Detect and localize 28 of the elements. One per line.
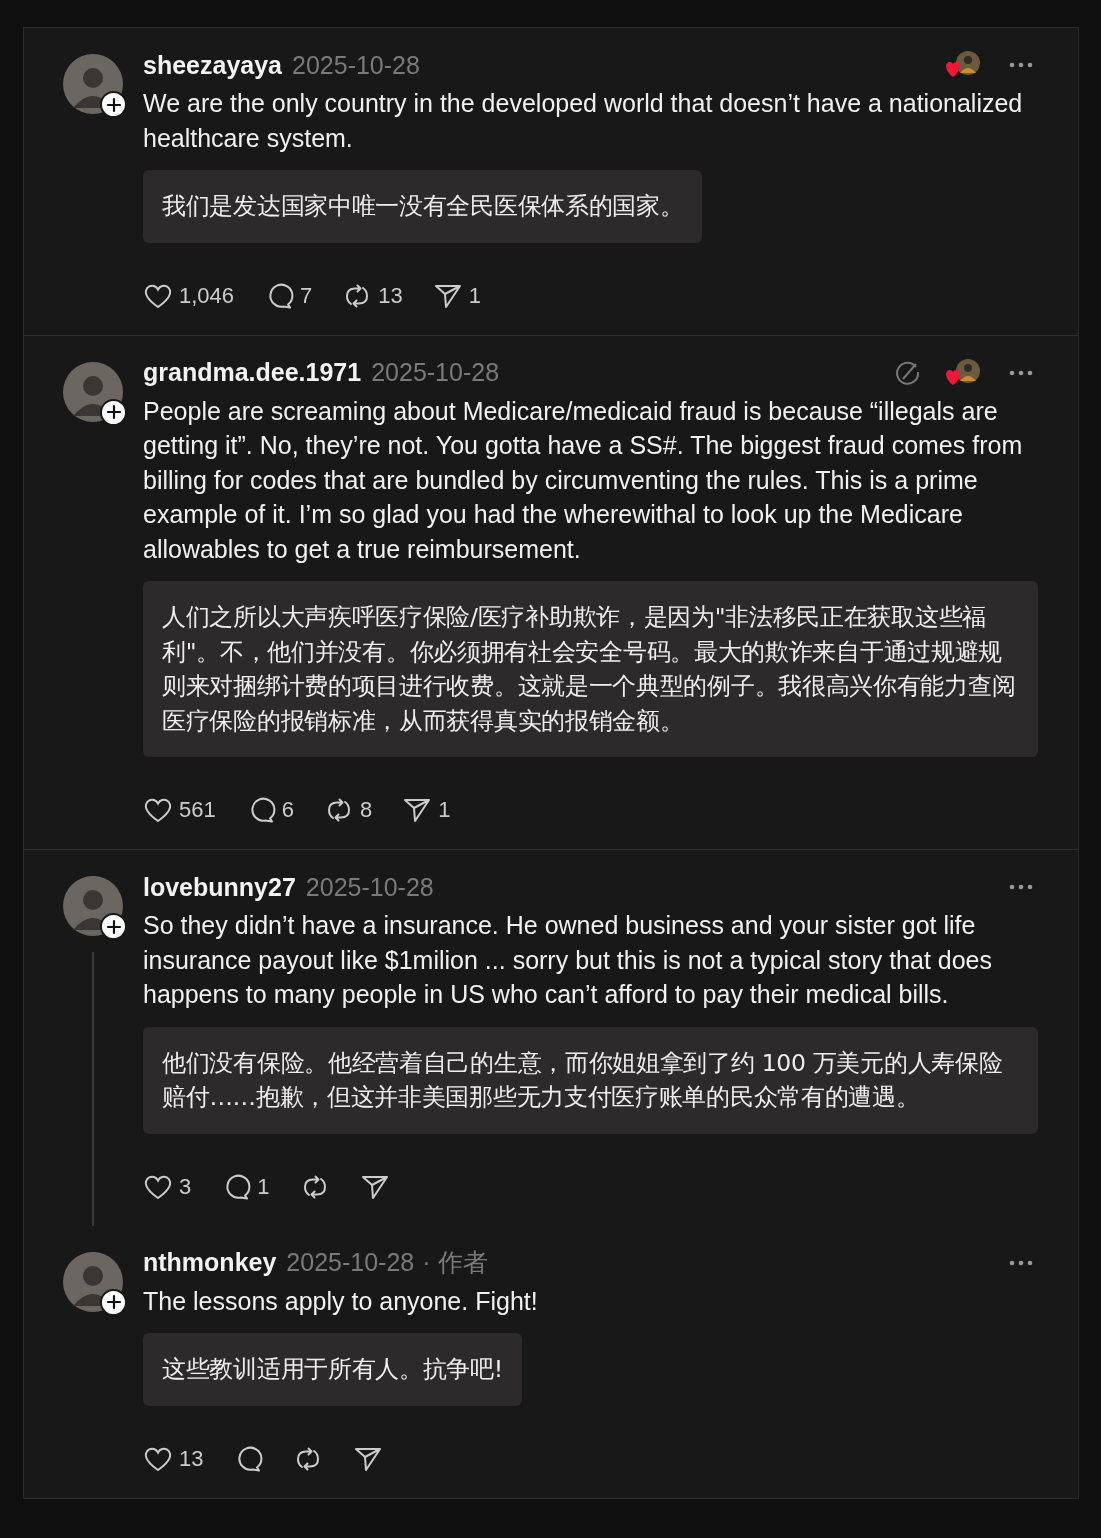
share-button[interactable]: 1 [402, 795, 451, 825]
username[interactable]: nthmonkey [143, 1248, 277, 1277]
translation-box: 这些教训适用于所有人。抗争吧! [143, 1333, 522, 1406]
like-button[interactable]: 3 [143, 1171, 192, 1202]
reply-button[interactable]: 1 [221, 1171, 270, 1202]
like-button[interactable]: 13 [143, 1443, 204, 1474]
translation-box: 人们之所以大声疾呼医疗保险/医疗补助欺诈，是因为"非法移民正在获取这些福利"。不，他们并没有。你必须拥有社会安全号码。最大的欺诈来自于通过规避规则来对捆绑计费的项目进行收费。这就是一个典型的例子。我很高兴你有能力查阅医疗保险的报销标准，从而获得真实的报销金额。 [143, 581, 1038, 757]
like-button[interactable]: 561 [143, 795, 216, 825]
share-button[interactable]: 1 [432, 280, 482, 311]
reply-button[interactable]: 7 [264, 280, 313, 311]
post-text: So they didn’t have a insurance. He owned business and your sister got life insurance payout like $1milion ... sorry but this is not a typical story that does happens to many people in US who can’t afford to pay their medical bills. [143, 910, 994, 1010]
author-tag: · 作者 [422, 1246, 488, 1279]
post-date: 2025-10-28 [292, 50, 420, 80]
post-date: 2025-10-28 [371, 358, 500, 387]
repost-button[interactable]: 13 [342, 280, 403, 311]
reply-button[interactable]: 6 [245, 795, 294, 825]
translation-box: 我们是发达国家中唯一没有全民医保体系的国家。 [143, 170, 703, 243]
post-date: 2025-10-28 [286, 1248, 415, 1277]
post-text: People are screaming about Medicare/medicaid fraud is because “illegals are getting it”. No, they’re not. You gotta have a SS#. The biggest fraud comes from billing for codes that are bundled by circumventing the rules. This is a prime example of it. I’m so glad you had the wherewithal to look up the Medicare allowables to get a true reimbursement. [143, 395, 1024, 565]
username[interactable]: grandma.dee.1971 [143, 358, 362, 387]
repost-button[interactable]: 8 [323, 795, 373, 825]
translation-box: 他们没有保险。他经营着自己的生意，而你姐姐拿到了约 100 万美元的人寿保险赔付……抱歉，但这并非美国那些无力支付医疗账单的民众常有的遭遇。 [143, 1026, 1038, 1134]
post-text: We are the only country in the developed world that doesn’t have a nationalized healthcare system. [143, 88, 1024, 154]
post-text: The lessons apply to anyone. Fight! [143, 1285, 539, 1317]
post-date: 2025-10-28 [305, 872, 434, 902]
username[interactable]: sheezayaya [143, 50, 282, 80]
username[interactable]: lovebunny27 [143, 872, 296, 902]
like-button[interactable]: 1,046 [143, 280, 235, 311]
